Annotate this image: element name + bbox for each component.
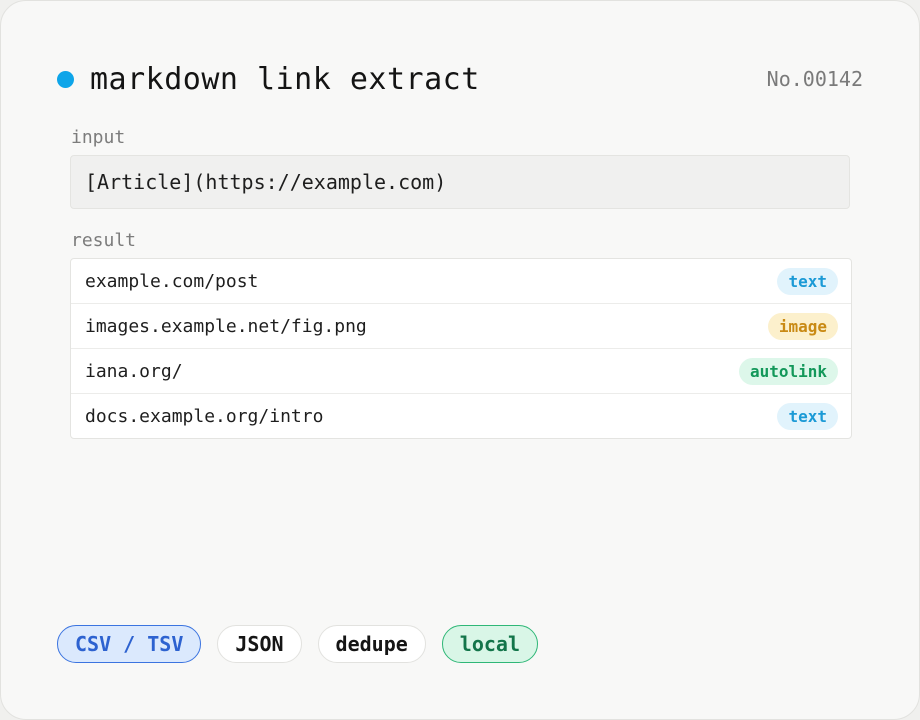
link-kind-badge: autolink [738, 357, 838, 385]
status-dot [57, 70, 74, 88]
result-row[interactable]: example.com/post text [71, 259, 851, 303]
chip-json[interactable]: JSON [217, 625, 302, 663]
link-kind-badge: text [777, 267, 838, 295]
result-row[interactable]: docs.example.org/intro text [71, 393, 851, 438]
link-kind-badge: text [777, 402, 838, 430]
markdown-input[interactable]: [Article](https://example.com) [70, 155, 850, 209]
input-label: input [71, 127, 126, 148]
page-title: markdown link extract [90, 61, 480, 97]
result-list: example.com/post text images.example.net… [70, 258, 852, 439]
result-url: iana.org/ [85, 360, 183, 382]
result-url: example.com/post [85, 270, 259, 292]
result-label: result [71, 230, 137, 251]
chip-csv-tsv[interactable]: CSV / TSV [57, 625, 202, 663]
card-header: markdown link extract No.00142 [57, 59, 863, 99]
result-url: images.example.net/fig.png [85, 315, 367, 337]
chip-dedupe[interactable]: dedupe [317, 625, 426, 663]
option-chips: CSV / TSV JSON dedupe local [57, 625, 554, 663]
tool-card: markdown link extract No.00142 input [Ar… [0, 0, 920, 720]
record-number: No.00142 [766, 67, 863, 91]
result-row[interactable]: images.example.net/fig.png image [71, 303, 851, 348]
link-kind-badge: image [767, 312, 838, 340]
result-url: docs.example.org/intro [85, 405, 324, 427]
chip-local[interactable]: local [441, 625, 539, 663]
result-row[interactable]: iana.org/ autolink [71, 348, 851, 393]
